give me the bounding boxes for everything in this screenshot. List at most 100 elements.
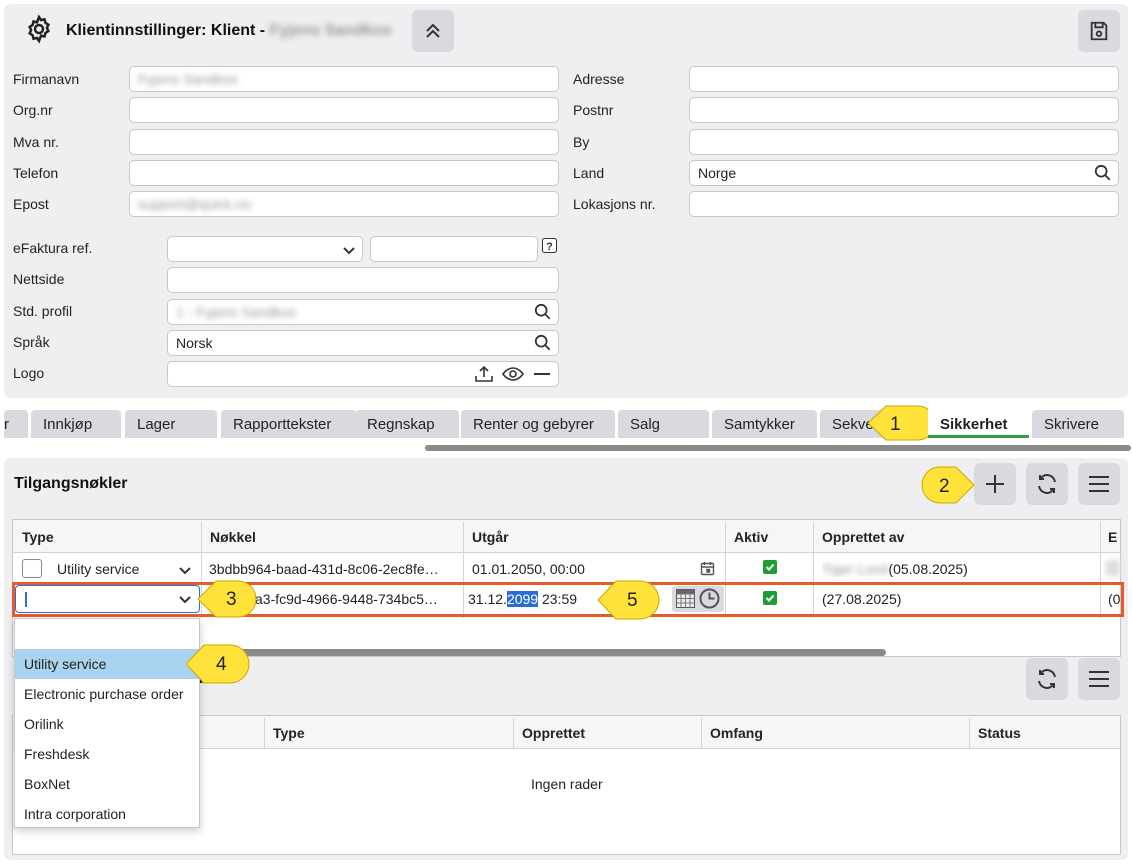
sprak-label: Språk: [13, 334, 50, 350]
col-nokkel[interactable]: Nøkkel: [210, 529, 256, 545]
efaktura-select[interactable]: [167, 236, 363, 262]
chevron-down-icon: [343, 247, 355, 255]
chevron-down-icon[interactable]: [178, 563, 192, 577]
type-dropdown-list: Utility service Electronic purchase orde…: [14, 618, 200, 828]
remove-icon[interactable]: [534, 373, 550, 375]
orgnr-label: Org.nr: [13, 102, 53, 118]
adresse-field[interactable]: [689, 66, 1119, 92]
help-icon[interactable]: ?: [542, 238, 557, 253]
option-utility-service[interactable]: Utility service: [15, 649, 199, 679]
add-key-button[interactable]: [974, 463, 1016, 505]
plus-icon: [986, 475, 1004, 493]
col-type[interactable]: Type: [22, 529, 54, 545]
refresh-button[interactable]: [1026, 658, 1068, 700]
tab-skrivere[interactable]: Skrivere: [1032, 410, 1124, 438]
grid-header: [13, 520, 1120, 553]
land-field[interactable]: Norge: [689, 160, 1119, 186]
adresse-label: Adresse: [573, 71, 625, 87]
mva-field[interactable]: [129, 129, 559, 155]
sprak-field[interactable]: Norsk: [167, 330, 559, 356]
option-orilink[interactable]: Orilink: [15, 709, 199, 739]
tab-innkjop[interactable]: Innkjøp: [31, 410, 121, 438]
refresh-icon: [1038, 669, 1056, 689]
empty-rows-text: Ingen rader: [531, 776, 603, 792]
stdprofil-label: Std. profil: [13, 303, 73, 319]
stdprofil-value: 1 - Fyjens Sandkos: [176, 304, 296, 320]
col-utgar[interactable]: Utgår: [472, 529, 509, 545]
telefon-field[interactable]: [129, 160, 559, 186]
row-expires[interactable]: 01.01.2050, 00:00: [472, 561, 585, 577]
tab-partial[interactable]: r: [4, 410, 28, 438]
col-type[interactable]: Type: [273, 725, 305, 741]
efaktura-ref-field[interactable]: [370, 236, 538, 262]
col-separator: [701, 718, 702, 748]
tab-lager[interactable]: Lager: [125, 410, 217, 438]
callout-5-number: 5: [627, 590, 638, 611]
nettside-field[interactable]: [167, 267, 559, 293]
firmanavn-label: Firmanavn: [13, 71, 80, 87]
checkmark-icon: [765, 563, 775, 571]
option-electronic-purchase-order[interactable]: Electronic purchase order: [15, 679, 199, 709]
save-button[interactable]: [1078, 10, 1120, 52]
col-opprettet-av[interactable]: Opprettet av: [822, 529, 904, 545]
logo-field[interactable]: [167, 361, 559, 387]
eye-icon[interactable]: [502, 366, 524, 382]
search-icon[interactable]: [534, 303, 552, 321]
option-freshdesk[interactable]: Freshdesk: [15, 739, 199, 769]
access-keys-title: Tilgangsnøkler: [14, 475, 128, 492]
collapse-button[interactable]: [412, 10, 454, 52]
callout-3-number: 3: [226, 589, 237, 610]
tabs-scrollbar[interactable]: [425, 445, 1131, 451]
col-omfang[interactable]: Omfang: [710, 725, 763, 741]
tab-renter-og-gebyrer[interactable]: Renter og gebyrer: [461, 410, 615, 438]
orgnr-field[interactable]: [129, 97, 559, 123]
created-date: (05.08.2025): [888, 561, 968, 577]
highlight-box: [12, 582, 1124, 617]
efaktura-label: eFaktura ref.: [13, 240, 93, 256]
postnr-label: Postnr: [573, 102, 614, 118]
client-name: Fyjens Sandkos: [269, 22, 392, 39]
option-intra-corporation[interactable]: Intra corporation: [15, 799, 199, 829]
row-key[interactable]: 3bdbb964-baad-431d-8c06-2ec8fe…: [209, 561, 461, 577]
option-boxnet[interactable]: BoxNet: [15, 769, 199, 799]
save-icon: [1090, 21, 1108, 41]
calendar-icon[interactable]: [700, 561, 715, 576]
land-label: Land: [573, 165, 605, 181]
col-separator: [513, 718, 514, 748]
row-select-checkbox[interactable]: [22, 559, 42, 578]
lokasjon-field[interactable]: [689, 191, 1119, 217]
tab-sikkerhet[interactable]: Sikkerhet: [928, 410, 1029, 438]
grid-scrollbar[interactable]: [196, 649, 886, 656]
epost-field[interactable]: support@quick.no: [129, 191, 559, 217]
created-by-name: Tiger Lund: [822, 561, 889, 577]
page-title-text: Klientinnstillinger: Klient -: [66, 22, 266, 39]
callout-2-number: 2: [939, 476, 950, 497]
col-separator: [969, 718, 970, 748]
search-icon[interactable]: [1094, 164, 1112, 182]
tab-rapporttekster[interactable]: Rapporttekster: [221, 410, 356, 438]
gear-icon: [28, 14, 50, 44]
menu-button[interactable]: [1078, 463, 1120, 505]
col-opprettet[interactable]: Opprettet: [522, 725, 585, 741]
hamburger-icon: [1089, 476, 1109, 492]
row-type[interactable]: Utility service: [57, 561, 139, 577]
sprak-value: Norsk: [176, 335, 213, 351]
col-e[interactable]: E: [1108, 529, 1117, 545]
stdprofil-field[interactable]: 1 - Fyjens Sandkos: [167, 299, 559, 325]
nettside-label: Nettside: [13, 271, 65, 287]
aktiv-checkbox[interactable]: [763, 560, 777, 574]
refresh-button[interactable]: [1026, 463, 1068, 505]
col-status[interactable]: Status: [978, 725, 1021, 741]
postnr-field[interactable]: [689, 97, 1119, 123]
by-field[interactable]: [689, 129, 1119, 155]
mva-label: Mva nr.: [13, 134, 59, 150]
telefon-label: Telefon: [13, 165, 59, 181]
search-icon[interactable]: [534, 334, 552, 352]
tab-salg[interactable]: Salg: [618, 410, 709, 438]
firmanavn-field[interactable]: Fyjens Sandkos: [129, 66, 559, 92]
tab-regnskap[interactable]: Regnskap: [355, 410, 459, 438]
upload-icon[interactable]: [474, 365, 494, 383]
tab-samtykker[interactable]: Samtykker: [712, 410, 817, 438]
menu-button[interactable]: [1078, 658, 1120, 700]
col-aktiv[interactable]: Aktiv: [734, 529, 768, 545]
